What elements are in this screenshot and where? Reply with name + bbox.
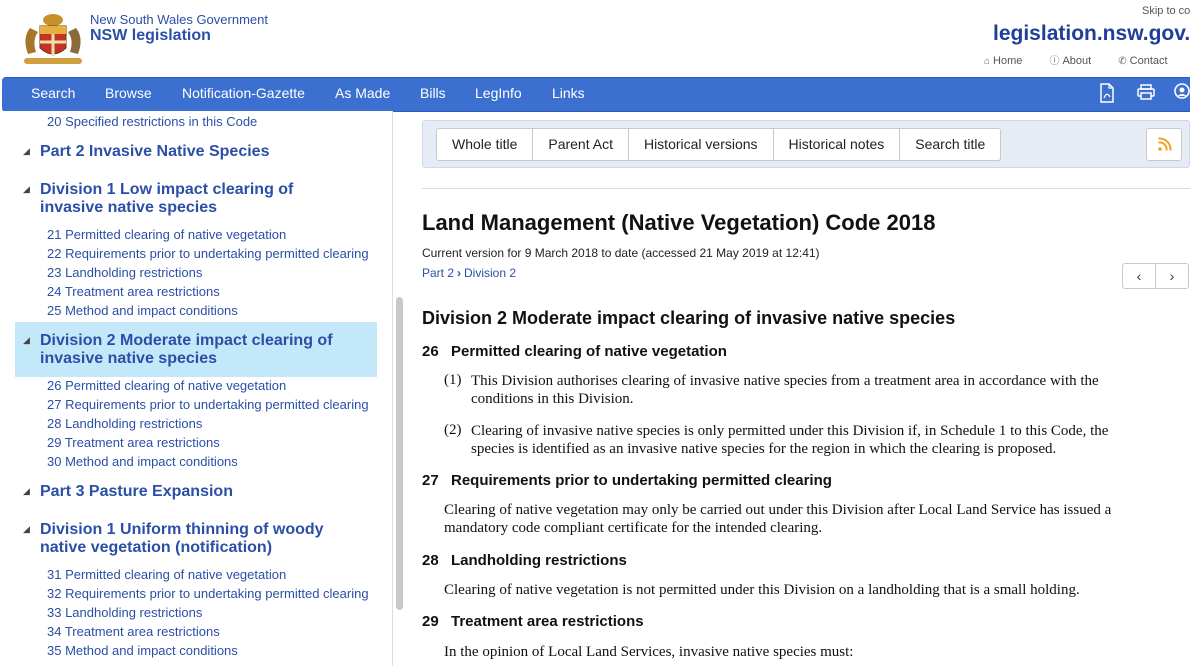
section-title: Treatment area restrictions xyxy=(451,613,644,630)
print-icon[interactable] xyxy=(1137,83,1157,105)
breadcrumb: Part 2 › Division 2 xyxy=(422,266,516,280)
toc-item[interactable]: 20 Specified restrictions in this Code xyxy=(47,114,257,129)
breadcrumb-part[interactable]: Part 2 xyxy=(422,266,454,280)
collapse-triangle-icon[interactable]: ◢ xyxy=(23,335,30,346)
skip-link[interactable]: Skip to co xyxy=(1142,5,1190,17)
subsection-number: (1) xyxy=(444,372,462,388)
toc-part-3[interactable]: Part 3 Pasture Expansion xyxy=(40,483,233,501)
section-title: Permitted clearing of native vegetation xyxy=(451,343,727,360)
toc-item[interactable]: 21 Permitted clearing of native vegetati… xyxy=(47,227,286,242)
home-icon: ⌂ xyxy=(984,56,991,67)
top-links: ⌂Home ⓘAbout ✆Contact ?H xyxy=(984,52,1190,67)
rss-button[interactable] xyxy=(1146,128,1182,161)
nav-leginfo[interactable]: LegInfo xyxy=(475,85,522,101)
search-title-button[interactable]: Search title xyxy=(899,128,1002,161)
sidebar-scrollbar[interactable] xyxy=(396,297,403,610)
toc-item[interactable]: 28 Landholding restrictions xyxy=(47,416,202,431)
collapse-triangle-icon[interactable]: ◢ xyxy=(23,146,30,157)
section-text-line: In the opinion of Local Land Services, i… xyxy=(444,644,854,660)
site-name[interactable]: NSW legislation xyxy=(90,27,211,45)
toc-item[interactable]: 22 Requirements prior to undertaking per… xyxy=(47,246,369,261)
subsection-text-line: conditions in this Division. xyxy=(471,391,634,407)
next-button[interactable]: › xyxy=(1156,264,1188,288)
nsw-crest-logo[interactable] xyxy=(16,12,90,66)
toc-item[interactable]: 25 Method and impact conditions xyxy=(47,303,238,318)
site-domain[interactable]: legislation.nsw.gov. xyxy=(993,22,1190,46)
nav-notification-gazette[interactable]: Notification-Gazette xyxy=(182,85,305,101)
toc-division-1-line2[interactable]: invasive native species xyxy=(40,199,217,217)
parent-act-button[interactable]: Parent Act xyxy=(532,128,629,161)
toc-part-2[interactable]: Part 2 Invasive Native Species xyxy=(40,143,269,161)
about-link-label: About xyxy=(1062,55,1092,67)
toc-p3-division-1-line2[interactable]: native vegetation (notification) xyxy=(40,539,272,557)
toc-item[interactable]: 23 Landholding restrictions xyxy=(47,265,202,280)
section-text-line: mandatory code compliant certificate for… xyxy=(444,520,823,536)
toc-item[interactable]: 26 Permitted clearing of native vegetati… xyxy=(47,378,286,393)
toc-item[interactable]: 35 Method and impact conditions xyxy=(47,643,238,658)
page-title: Land Management (Native Vegetation) Code… xyxy=(422,210,936,235)
section-number: 27 xyxy=(422,472,439,489)
toc-item[interactable]: 29 Treatment area restrictions xyxy=(47,435,220,450)
nav-as-made[interactable]: As Made xyxy=(335,85,390,101)
section-number: 28 xyxy=(422,552,439,569)
user-icon[interactable] xyxy=(1174,83,1190,105)
toc-division-2-line2[interactable]: invasive native species xyxy=(40,350,217,368)
historical-notes-button[interactable]: Historical notes xyxy=(772,128,901,161)
home-link[interactable]: ⌂ Home xyxy=(984,55,1034,67)
government-name: New South Wales Government xyxy=(90,12,268,27)
subsection-number: (2) xyxy=(444,422,462,438)
pdf-icon[interactable] xyxy=(1099,83,1119,105)
nav-links[interactable]: Links xyxy=(552,85,585,101)
subsection-text-line: species is identified as an invasive nat… xyxy=(471,441,1057,457)
about-link[interactable]: ⓘ About xyxy=(1049,55,1103,67)
toc-division-2-line1[interactable]: Division 2 Moderate impact clearing of xyxy=(40,332,333,350)
home-link-label: Home xyxy=(993,55,1023,67)
section-pager: ‹ › xyxy=(1122,263,1189,289)
chevron-right-icon: › xyxy=(1169,268,1175,284)
section-title: Requirements prior to undertaking permit… xyxy=(451,472,832,489)
contact-link[interactable]: ✆ Contact xyxy=(1118,55,1179,67)
section-title: Landholding restrictions xyxy=(451,552,627,569)
chevron-right-icon: › xyxy=(457,266,462,280)
title-toolbar: Whole title Parent Act Historical versio… xyxy=(422,120,1190,168)
breadcrumb-division[interactable]: Division 2 xyxy=(464,266,516,280)
toc-item[interactable]: 34 Treatment area restrictions xyxy=(47,624,220,639)
section-number: 29 xyxy=(422,613,439,630)
collapse-triangle-icon[interactable]: ◢ xyxy=(23,184,30,195)
section-number: 26 xyxy=(422,343,439,360)
main-nav: Search Browse Notification-Gazette As Ma… xyxy=(2,77,1190,112)
historical-versions-button[interactable]: Historical versions xyxy=(627,128,774,161)
rss-icon xyxy=(1158,137,1172,151)
chevron-left-icon: ‹ xyxy=(1136,268,1142,284)
toc-item[interactable]: 27 Requirements prior to undertaking per… xyxy=(47,397,369,412)
toc-division-1-line1[interactable]: Division 1 Low impact clearing of xyxy=(40,181,293,199)
section-text-line: Clearing of native vegetation is not per… xyxy=(444,582,1080,598)
section-text-line: Clearing of native vegetation may only b… xyxy=(444,502,1112,518)
previous-button[interactable]: ‹ xyxy=(1123,264,1156,288)
current-version-text: Current version for 9 March 2018 to date… xyxy=(422,246,820,260)
title-button-group: Whole title Parent Act Historical versio… xyxy=(436,128,1002,161)
nav-search[interactable]: Search xyxy=(31,85,75,101)
nav-bills[interactable]: Bills xyxy=(420,85,446,101)
toc-p3-division-1-line1[interactable]: Division 1 Uniform thinning of woody xyxy=(40,521,324,539)
collapse-triangle-icon[interactable]: ◢ xyxy=(23,524,30,535)
collapse-triangle-icon[interactable]: ◢ xyxy=(23,486,30,497)
toc-item[interactable]: 30 Method and impact conditions xyxy=(47,454,238,469)
info-icon: ⓘ xyxy=(1049,56,1060,67)
division-heading: Division 2 Moderate impact clearing of i… xyxy=(422,308,956,328)
toc-item[interactable]: 31 Permitted clearing of native vegetati… xyxy=(47,567,286,582)
site-header: New South Wales Government NSW legislati… xyxy=(0,0,1190,77)
toc-item[interactable]: 24 Treatment area restrictions xyxy=(47,284,220,299)
nav-browse[interactable]: Browse xyxy=(105,85,152,101)
toc-item[interactable]: 32 Requirements prior to undertaking per… xyxy=(47,586,369,601)
subsection-text-line: Clearing of invasive native species is o… xyxy=(471,423,1109,439)
toc-item[interactable]: 33 Landholding restrictions xyxy=(47,605,202,620)
contact-link-label: Contact xyxy=(1129,55,1168,67)
subsection-text-line: This Division authorises clearing of inv… xyxy=(471,373,1099,389)
toolbar-divider xyxy=(422,188,1190,189)
whole-title-button[interactable]: Whole title xyxy=(436,128,534,161)
phone-icon: ✆ xyxy=(1118,56,1127,67)
